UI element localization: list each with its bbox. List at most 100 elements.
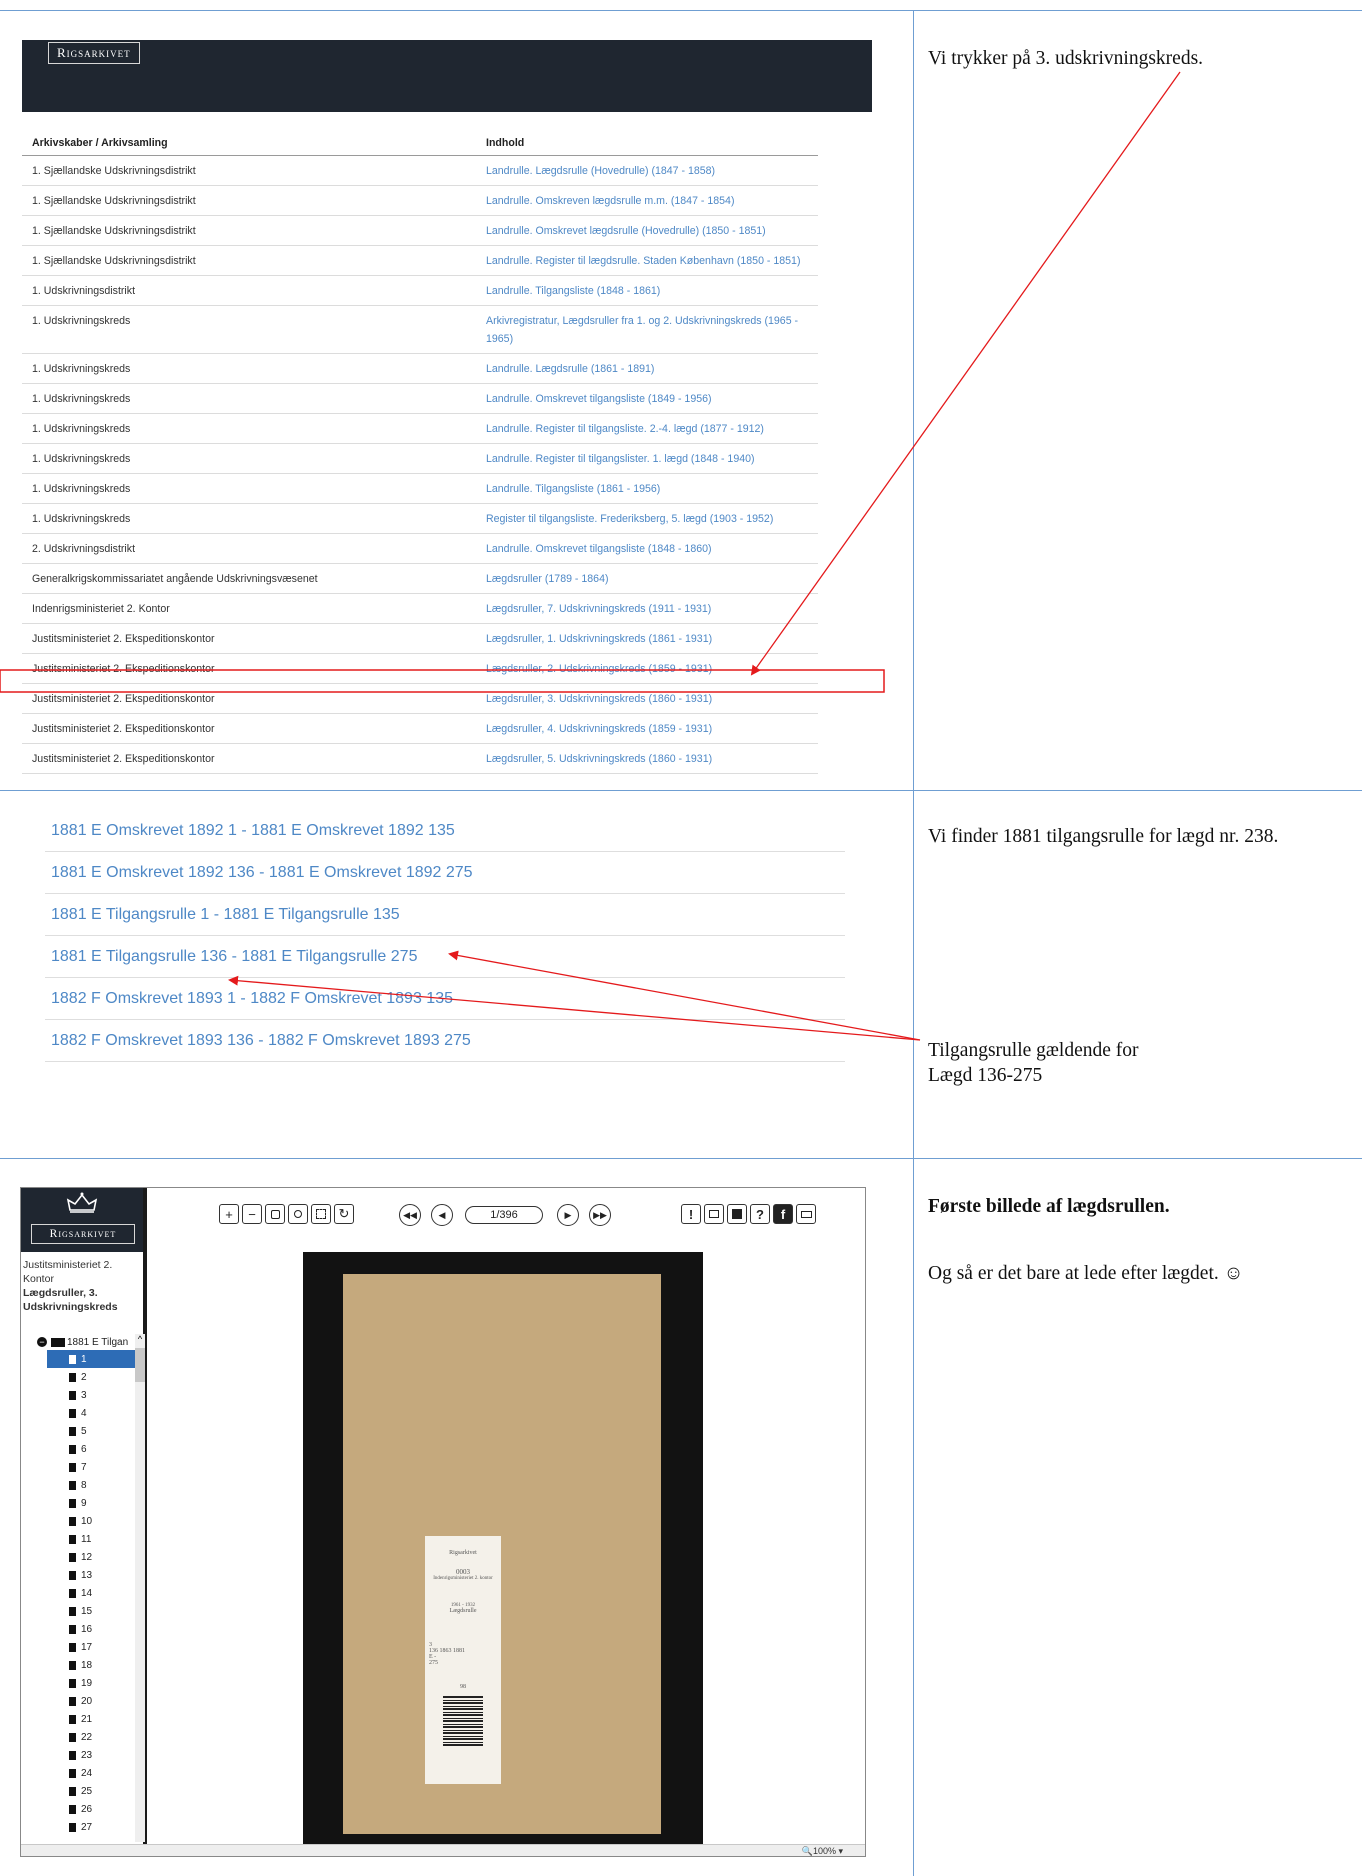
file-icon [69,1588,76,1598]
column-divider [913,10,914,1876]
cell-arkivskaber: 1. Udskrivningskreds [32,315,131,327]
cell-indhold-link[interactable]: Landrulle. Register til tilgangsliste. 2… [486,420,818,438]
tree-leaf[interactable]: 24 [21,1764,139,1782]
tree-leaf[interactable]: 25 [21,1782,139,1800]
table-header: Arkivskaber / Arkivsamling Indhold [22,130,818,156]
zoom-out-button[interactable]: − [242,1204,262,1224]
cell-indhold-link[interactable]: Landrulle. Omskrevet tilgangsliste (1848… [486,540,818,558]
tree-leaf[interactable]: 9 [21,1494,139,1512]
tree-leaf[interactable]: 14 [21,1584,139,1602]
previous-page-button[interactable]: ◀ [431,1204,453,1226]
cell-arkivskaber: Indenrigsministeriet 2. Kontor [32,603,170,615]
table-row: 1. Sjællandske Udskrivningsdistrikt Landr… [22,186,818,216]
cell-indhold-link[interactable]: Lægdsruller, 2. Udskrivningskreds (1859 … [486,660,818,678]
help-button[interactable]: ? [750,1204,770,1224]
collapse-icon[interactable]: − [37,1337,47,1347]
cell-indhold-link[interactable]: Landrulle. Omskreven lægdsrulle m.m. (18… [486,192,818,210]
tree-leaf[interactable]: 5 [21,1422,139,1440]
file-icon [69,1480,76,1490]
cell-indhold-link[interactable]: Landrulle. Register til lægdsrulle. Stad… [486,252,818,270]
cell-indhold-link[interactable]: Landrulle. Tilgangsliste (1848 - 1861) [486,282,818,300]
tree-leaf[interactable]: 21 [21,1710,139,1728]
note-step-2: Vi finder 1881 tilgangsrulle for lægd nr… [928,826,1279,847]
table-row: Justitsministeriet 2. Ekspeditionskontor… [22,624,818,654]
tree-leaf[interactable]: 10 [21,1512,139,1530]
file-icon [69,1606,76,1616]
zoom-in-button[interactable]: + [219,1204,239,1224]
roll-link[interactable]: 1882 F Omskrevet 1893 1 - 1882 F Omskrev… [45,978,845,1020]
save-button[interactable] [727,1204,747,1224]
tree-leaf[interactable]: 26 [21,1800,139,1818]
roll-link[interactable]: 1881 E Tilgangsrulle 1 - 1881 E Tilgangs… [45,894,845,936]
tree-leaf-label: 15 [81,1605,93,1617]
tree-leaf[interactable]: 3 [21,1386,139,1404]
table-row: 2. Udskrivningsdistrikt Landrulle. Omskre… [22,534,818,564]
tree-leaf[interactable]: 23 [21,1746,139,1764]
zoom-level[interactable]: 🔍100% ▾ [802,1846,843,1856]
tree-leaf[interactable]: 17 [21,1638,139,1656]
tree-leaf[interactable]: 12 [21,1548,139,1566]
tree-leaf[interactable]: 4 [21,1404,139,1422]
tree-leaf-label: 22 [81,1731,93,1743]
scroll-up-icon[interactable]: ^ [135,1334,145,1344]
rotate-button[interactable]: ↻ [334,1204,354,1224]
scroll-thumb[interactable] [135,1348,145,1382]
tree-leaf[interactable]: 27 [21,1818,139,1836]
page-number-field[interactable]: 1/396 [465,1206,543,1224]
cell-indhold-link[interactable]: Lægdsruller, 7. Udskrivningskreds (1911 … [486,600,818,618]
cell-indhold-link[interactable]: Lægdsruller, 4. Udskrivningskreds (1859 … [486,720,818,738]
tree-scrollbar[interactable]: ^ [135,1334,145,1842]
alert-button[interactable]: ! [681,1204,701,1224]
crumb-bold[interactable]: Lægdsruller, 3. Udskrivningskreds [23,1286,141,1314]
roll-link[interactable]: 1882 F Omskrevet 1893 136 - 1882 F Omskr… [45,1020,845,1062]
viewer-logo[interactable]: Rigsarkivet [31,1224,135,1244]
facebook-button[interactable]: f [773,1204,793,1224]
last-page-button[interactable]: ▶▶ [589,1204,611,1226]
lock-button[interactable] [265,1204,285,1224]
cell-indhold-link[interactable]: Landrulle. Register til tilgangslister. … [486,450,818,468]
cell-indhold-link[interactable]: Landrulle. Lægdsrulle (1861 - 1891) [486,360,818,378]
cell-indhold-link[interactable]: Landrulle. Tilgangsliste (1861 - 1956) [486,480,818,498]
file-icon [69,1678,76,1688]
cell-indhold-link[interactable]: Lægdsruller, 3. Udskrivningskreds (1860 … [486,690,818,708]
tree-folder[interactable]: − 1881 E Tilgan [21,1334,139,1350]
tree-leaf[interactable]: 13 [21,1566,139,1584]
cell-indhold-link[interactable]: Lægdsruller, 5. Udskrivningskreds (1860 … [486,750,818,768]
crumb-line-1[interactable]: Justitsministeriet 2. Kontor [23,1258,141,1286]
note-arrow-line1: Tilgangsrulle gældende for [928,1040,1139,1061]
tree-leaf[interactable]: 1 [47,1350,137,1368]
print-button[interactable] [704,1204,724,1224]
tree-leaf[interactable]: 15 [21,1602,139,1620]
cell-indhold-link[interactable]: Lægdsruller, 1. Udskrivningskreds (1861 … [486,630,818,648]
tree-leaf[interactable]: 2 [21,1368,139,1386]
tree-leaf[interactable]: 6 [21,1440,139,1458]
cell-indhold-link[interactable]: Landrulle. Lægdsrulle (Hovedrulle) (1847… [486,162,818,180]
tree-leaf[interactable]: 11 [21,1530,139,1548]
cell-indhold-link[interactable]: Register til tilgangsliste. Frederiksber… [486,510,818,528]
search-button[interactable] [288,1204,308,1224]
tree-leaf[interactable]: 16 [21,1620,139,1638]
email-button[interactable] [796,1204,816,1224]
file-icon [69,1750,76,1760]
roll-link[interactable]: 1881 E Tilgangsrulle 136 - 1881 E Tilgan… [45,936,845,978]
tree-leaf[interactable]: 22 [21,1728,139,1746]
cell-indhold-link[interactable]: Landrulle. Omskrevet lægdsrulle (Hovedru… [486,222,818,240]
tree-leaf[interactable]: 19 [21,1674,139,1692]
roll-link[interactable]: 1881 E Omskrevet 1892 136 - 1881 E Omskr… [45,852,845,894]
tree-leaf[interactable]: 20 [21,1692,139,1710]
parcel-photo: Rigsarkivet 0003 Indenrigsministeriet 2.… [343,1274,661,1834]
cell-indhold-link[interactable]: Arkivregistratur, Lægdsruller fra 1. og … [486,312,818,348]
table-row: 1. Sjællandske Udskrivningsdistrikt Landr… [22,216,818,246]
next-page-button[interactable]: ▶ [557,1204,579,1226]
tree-leaf[interactable]: 7 [21,1458,139,1476]
cell-arkivskaber: Justitsministeriet 2. Ekspeditionskontor [32,633,215,645]
roll-link[interactable]: 1881 E Omskrevet 1892 1 - 1881 E Omskrev… [45,810,845,852]
first-page-button[interactable]: ◀◀ [399,1204,421,1226]
tree-leaf[interactable]: 18 [21,1656,139,1674]
viewer-sidebar: Rigsarkivet Justitsministeriet 2. Kontor… [21,1188,147,1856]
tree-leaf[interactable]: 8 [21,1476,139,1494]
fullscreen-button[interactable] [311,1204,331,1224]
cell-indhold-link[interactable]: Landrulle. Omskrevet tilgangsliste (1849… [486,390,818,408]
cell-indhold-link[interactable]: Lægdsruller (1789 - 1864) [486,570,818,588]
rigsarkivet-logo[interactable]: Rigsarkivet [48,42,140,64]
